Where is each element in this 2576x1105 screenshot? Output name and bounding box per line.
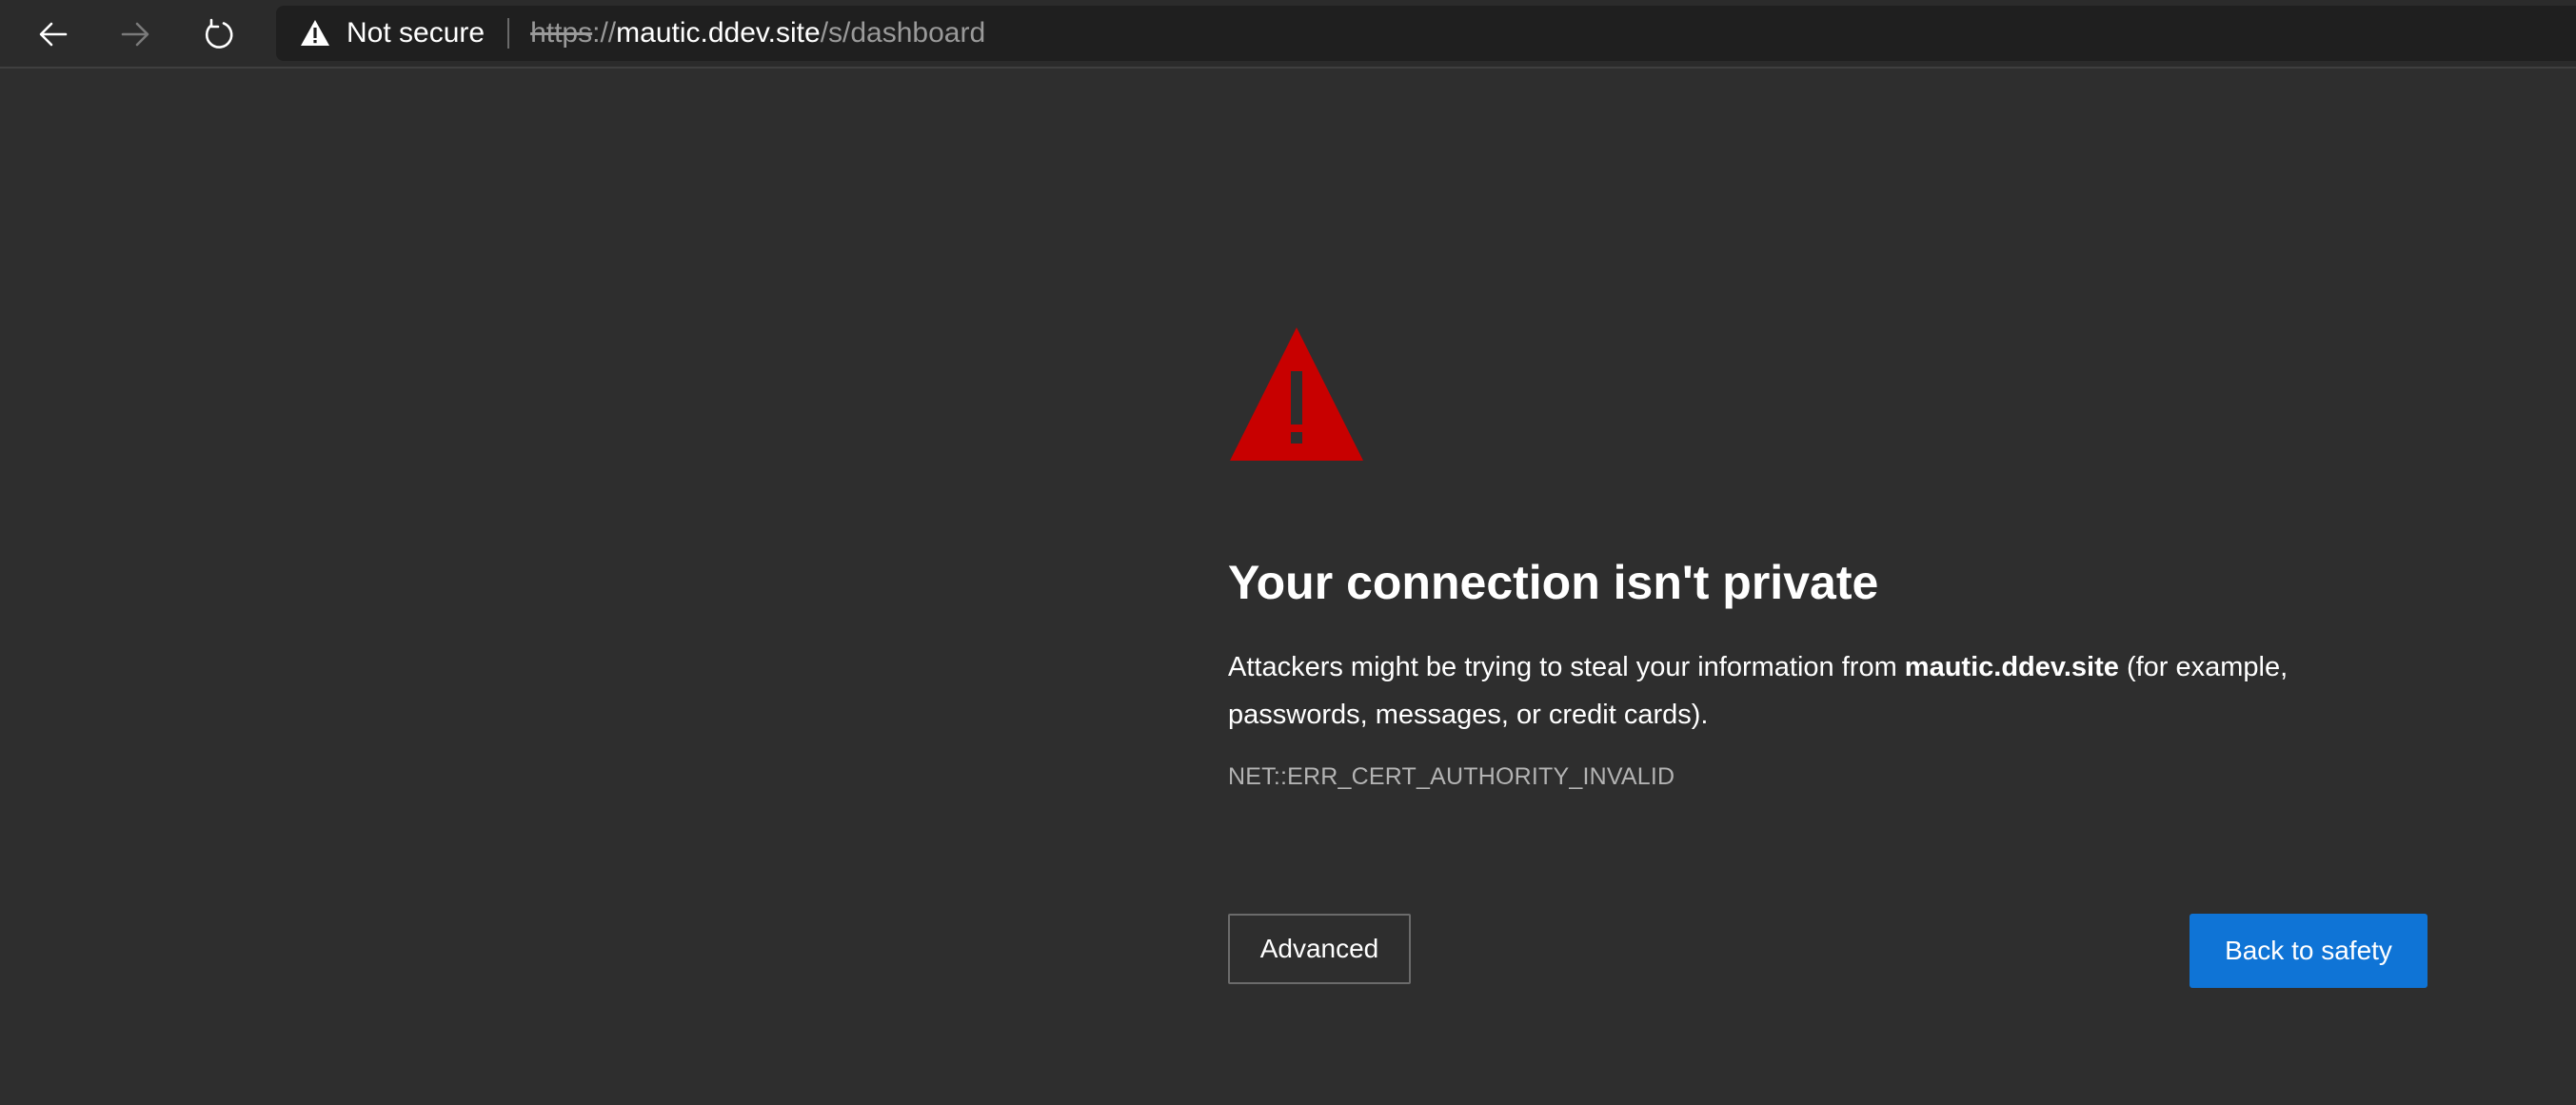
arrow-right-icon [121,22,149,47]
error-content: Your connection isn't private Attackers … [1228,324,2427,791]
url-separator: :// [592,17,617,49]
arrow-left-icon [39,22,68,47]
not-secure-label[interactable]: Not secure [347,17,485,49]
warning-triangle-icon[interactable] [299,17,331,49]
refresh-icon [205,18,233,49]
back-to-safety-button[interactable]: Back to safety [2190,914,2427,988]
url-text[interactable]: https://mautic.ddev.site/s/dashboard [530,17,985,49]
warning-triangle-icon [1230,327,1363,461]
page-title: Your connection isn't private [1228,556,1879,609]
description-host: mautic.ddev.site [1904,652,2119,682]
error-code: NET::ERR_CERT_AUTHORITY_INVALID [1228,763,1675,790]
url-path: /s/dashboard [820,17,986,49]
forward-button[interactable] [109,8,162,61]
error-description: Attackers might be trying to steal your … [1228,643,2408,739]
browser-toolbar: Not secure https://mautic.ddev.site/s/da… [0,0,2576,69]
url-scheme: https [530,17,593,49]
url-host: mautic.ddev.site [616,17,821,49]
description-prefix: Attackers might be trying to steal your … [1228,652,1905,682]
address-divider [507,18,510,49]
address-bar[interactable]: Not secure https://mautic.ddev.site/s/da… [276,6,2576,61]
advanced-button[interactable]: Advanced [1228,914,1411,984]
back-button[interactable] [27,8,80,61]
refresh-button[interactable] [192,8,246,61]
